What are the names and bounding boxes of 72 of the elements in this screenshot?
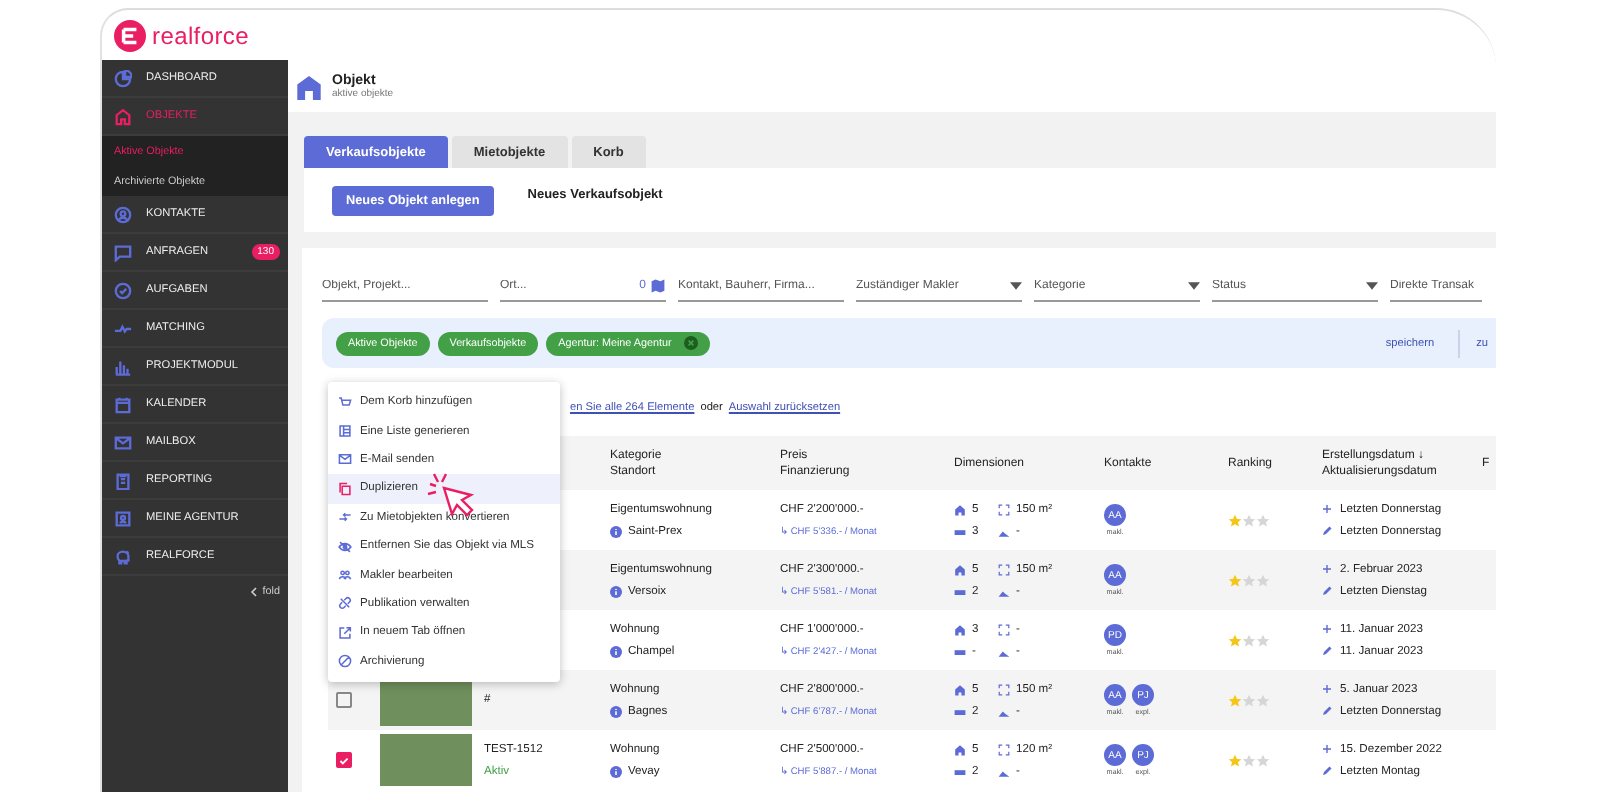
star-icon[interactable] bbox=[1242, 573, 1256, 587]
caret-icon bbox=[1010, 282, 1022, 290]
caret-icon bbox=[1188, 282, 1200, 290]
star-icon[interactable] bbox=[1228, 753, 1242, 767]
house-icon bbox=[954, 683, 966, 695]
house-icon bbox=[954, 623, 966, 635]
envelope-icon bbox=[114, 433, 132, 451]
expand-corners-icon bbox=[998, 683, 1010, 695]
pencil-icon bbox=[1322, 766, 1332, 776]
chat-icon bbox=[114, 243, 132, 261]
cart-icon bbox=[338, 395, 352, 410]
star-icon[interactable] bbox=[1256, 513, 1270, 527]
swap-arrows-icon bbox=[338, 510, 352, 525]
id-badge-icon bbox=[114, 509, 132, 527]
logo-text: realforce bbox=[152, 21, 249, 49]
house-icon bbox=[114, 107, 132, 125]
star-icon[interactable] bbox=[1228, 573, 1242, 587]
plus-icon bbox=[1322, 504, 1332, 514]
plus-icon bbox=[1322, 744, 1332, 754]
pie-chart-icon bbox=[114, 69, 132, 87]
house-icon bbox=[954, 743, 966, 755]
star-icon[interactable] bbox=[1256, 633, 1270, 647]
expand-corners-icon bbox=[998, 563, 1010, 575]
copy-icon bbox=[338, 481, 352, 496]
star-icon[interactable] bbox=[1256, 573, 1270, 587]
calendar-icon bbox=[114, 395, 132, 413]
list-icon bbox=[338, 424, 352, 439]
person-icon bbox=[114, 205, 132, 223]
eye-off-icon bbox=[338, 539, 352, 554]
plus-icon bbox=[1322, 564, 1332, 574]
star-icon[interactable] bbox=[1242, 513, 1256, 527]
pencil-icon bbox=[1322, 706, 1332, 716]
house-icon bbox=[954, 563, 966, 575]
star-icon[interactable] bbox=[1228, 693, 1242, 707]
close-icon[interactable] bbox=[683, 336, 698, 350]
circle-slash-icon bbox=[338, 654, 352, 669]
caret-icon bbox=[1366, 282, 1378, 290]
star-icon[interactable] bbox=[1228, 513, 1242, 527]
plus-icon bbox=[1322, 684, 1332, 694]
pencil-icon bbox=[1322, 586, 1332, 596]
pencil-icon bbox=[1322, 646, 1332, 656]
row-checkbox[interactable] bbox=[336, 692, 352, 708]
info-icon bbox=[610, 585, 622, 597]
house-icon bbox=[296, 73, 322, 99]
map-icon bbox=[650, 278, 666, 294]
info-icon bbox=[610, 645, 622, 657]
photo-placeholder bbox=[380, 734, 472, 786]
clipboard-icon bbox=[114, 471, 132, 489]
logo-icon bbox=[114, 19, 146, 51]
link-off-icon bbox=[338, 596, 352, 611]
info-icon bbox=[610, 765, 622, 777]
star-icon[interactable] bbox=[1242, 753, 1256, 767]
chevron-left-icon bbox=[250, 586, 259, 598]
star-icon[interactable] bbox=[1256, 753, 1270, 767]
star-icon[interactable] bbox=[1256, 693, 1270, 707]
info-icon bbox=[610, 705, 622, 717]
external-link-icon bbox=[338, 625, 352, 640]
plus-icon bbox=[1322, 624, 1332, 634]
pencil-icon bbox=[1322, 526, 1332, 536]
star-icon[interactable] bbox=[1228, 633, 1242, 647]
star-icon[interactable] bbox=[1242, 693, 1256, 707]
trend-line-icon bbox=[114, 319, 132, 337]
people-icon bbox=[338, 568, 352, 583]
house-icon bbox=[954, 503, 966, 515]
expand-corners-icon bbox=[998, 503, 1010, 515]
info-icon bbox=[610, 525, 622, 537]
expand-corners-icon bbox=[998, 743, 1010, 755]
expand-corners-icon bbox=[998, 623, 1010, 635]
row-checkbox[interactable] bbox=[336, 752, 352, 768]
star-icon[interactable] bbox=[1242, 633, 1256, 647]
bar-chart-icon bbox=[114, 357, 132, 375]
envelope-icon bbox=[338, 452, 352, 467]
